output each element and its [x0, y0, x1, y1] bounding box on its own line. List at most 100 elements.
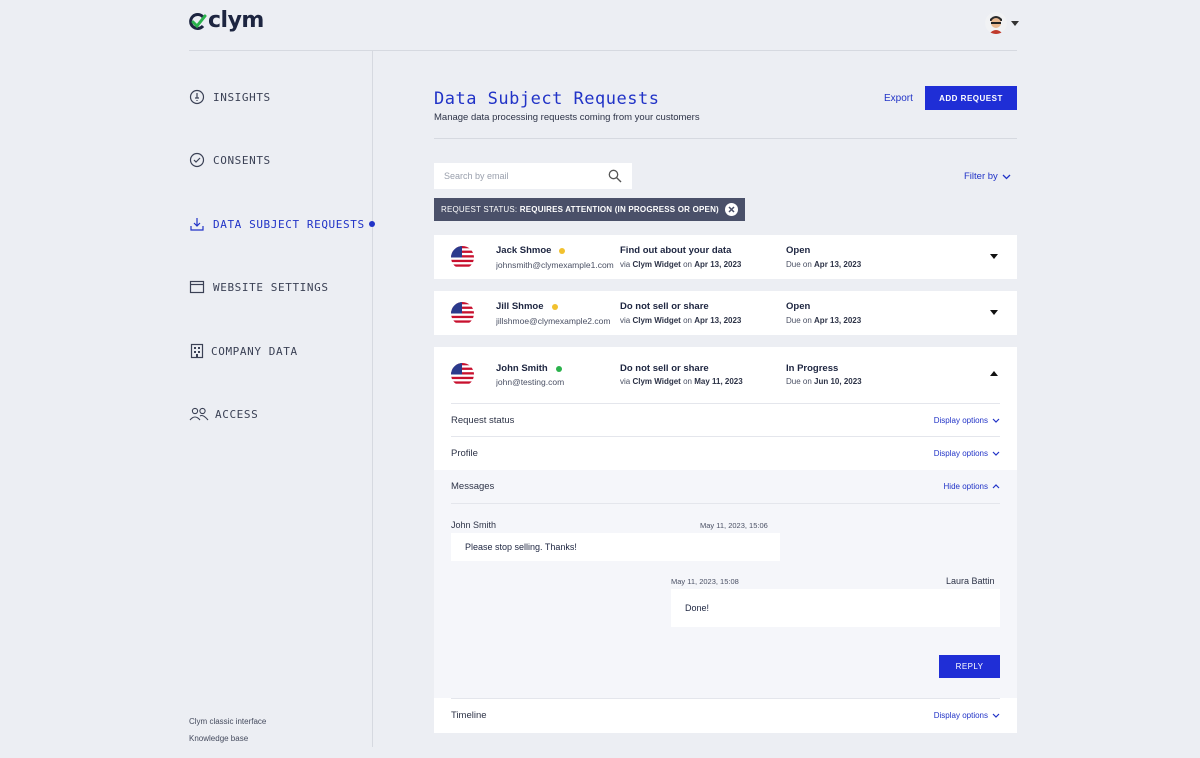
us-flag-icon	[451, 363, 474, 386]
status-filter-chip: REQUEST STATUS: REQUIRES ATTENTION (IN P…	[434, 198, 745, 221]
request-card[interactable]: Jack Shmoe johnsmith@clymexample1.com Fi…	[434, 235, 1017, 279]
chevron-down-icon	[992, 451, 1000, 456]
add-request-button[interactable]: ADD REQUEST	[925, 86, 1017, 110]
section-profile: Profile Display options	[451, 436, 1000, 470]
chevron-up-icon	[992, 484, 1000, 489]
chevron-down-icon	[1011, 20, 1019, 26]
due-date: Due on Apr 13, 2023	[786, 260, 862, 269]
request-source: via Clym Widget on May 11, 2023	[620, 377, 743, 386]
sidebar-item-data-subject-requests[interactable]: DATA SUBJECT REQUESTS	[189, 216, 365, 232]
requester-name: Jack Shmoe	[496, 245, 566, 256]
sidebar-item-access[interactable]: ACCESS	[189, 406, 258, 422]
chevron-down-icon	[992, 418, 1000, 423]
sidebar-item-label: ACCESS	[215, 407, 259, 421]
status-dot	[555, 365, 562, 372]
request-card-expanded: John Smith john@testing.com Do not sell …	[434, 347, 1017, 733]
building-icon	[190, 343, 204, 359]
clym-logo[interactable]: clym	[189, 8, 264, 33]
users-icon	[189, 407, 209, 421]
clym-check-logo-icon	[189, 12, 207, 30]
display-options-link[interactable]: Display options	[934, 449, 1000, 458]
requester-email: jillshmoe@clymexample2.com	[496, 316, 611, 326]
logo-text: clym	[208, 8, 264, 33]
page-subtitle: Manage data processing requests coming f…	[434, 112, 700, 123]
search-icon[interactable]	[608, 169, 622, 183]
expand-toggle[interactable]	[989, 254, 999, 262]
chip-text: REQUEST STATUS: REQUIRES ATTENTION (IN P…	[441, 205, 719, 214]
header-divider	[189, 50, 1017, 51]
message-bubble: Please stop selling. Thanks!	[451, 533, 780, 561]
caret-down-icon	[990, 310, 998, 315]
avatar	[985, 12, 1007, 34]
sidebar-item-consents[interactable]: CONSENTS	[189, 152, 271, 168]
requester-email: johnsmith@clymexample1.com	[496, 260, 614, 270]
due-date: Due on Apr 13, 2023	[786, 316, 862, 325]
section-label: Messages	[451, 481, 495, 492]
sidebar-item-website-settings[interactable]: WEBSITE SETTINGS	[189, 279, 329, 295]
due-date: Due on Jun 10, 2023	[786, 377, 862, 386]
us-flag-icon	[451, 246, 474, 269]
expand-toggle[interactable]	[989, 310, 999, 318]
message-time: May 11, 2023, 15:06	[700, 521, 768, 530]
collapse-toggle[interactable]	[989, 371, 999, 379]
sidebar-item-label: DATA SUBJECT REQUESTS	[213, 217, 365, 231]
reply-button[interactable]: REPLY	[939, 655, 1000, 678]
sidebar-item-insights[interactable]: INSIGHTS	[189, 89, 271, 105]
requester-name: John Smith	[496, 363, 562, 374]
hide-options-link[interactable]: Hide options	[944, 482, 1000, 491]
close-icon[interactable]	[724, 203, 738, 216]
filter-by-dropdown[interactable]: Filter by	[964, 171, 1011, 182]
request-type: Do not sell or share	[620, 363, 709, 374]
sidebar-item-label: COMPANY DATA	[211, 344, 298, 358]
user-menu[interactable]	[985, 12, 1019, 34]
browser-window-icon	[189, 280, 205, 294]
search-box	[434, 163, 632, 189]
us-flag-icon	[451, 302, 474, 325]
requester-email: john@testing.com	[496, 377, 565, 387]
section-label: Timeline	[451, 710, 487, 721]
section-messages: Messages Hide options	[451, 470, 1000, 504]
sidebar-item-label: CONSENTS	[213, 153, 271, 167]
display-options-link[interactable]: Display options	[934, 711, 1000, 720]
message-time: May 11, 2023, 15:08	[671, 577, 739, 586]
messages-panel: Messages Hide options John Smith May 11,…	[434, 470, 1017, 698]
filter-by-label: Filter by	[964, 171, 998, 182]
knowledge-base-link[interactable]: Knowledge base	[189, 734, 248, 743]
chevron-down-icon	[992, 713, 1000, 718]
section-label: Request status	[451, 415, 515, 426]
export-link[interactable]: Export	[884, 93, 913, 104]
search-input[interactable]	[444, 171, 608, 181]
caret-down-icon	[990, 254, 998, 259]
request-status: Open	[786, 245, 811, 256]
request-source: via Clym Widget on Apr 13, 2023	[620, 260, 742, 269]
status-dot	[559, 247, 566, 254]
sidebar-item-label: WEBSITE SETTINGS	[213, 280, 329, 294]
caret-up-icon	[990, 371, 998, 376]
request-source: via Clym Widget on Apr 13, 2023	[620, 316, 742, 325]
classic-interface-link[interactable]: Clym classic interface	[189, 717, 266, 726]
message-author: Laura Battin	[946, 576, 995, 586]
download-icon	[190, 218, 204, 231]
sidebar-divider	[372, 51, 373, 747]
insights-icon	[189, 89, 205, 105]
status-dot	[551, 303, 558, 310]
request-status: In Progress	[786, 363, 839, 374]
display-options-link[interactable]: Display options	[934, 416, 1000, 425]
request-type: Do not sell or share	[620, 301, 709, 312]
page-title: Data Subject Requests	[434, 89, 660, 109]
request-card[interactable]: Jill Shmoe jillshmoe@clymexample2.com Do…	[434, 291, 1017, 335]
title-divider	[434, 138, 1017, 139]
message-author: John Smith	[451, 520, 497, 530]
sidebar-item-label: INSIGHTS	[213, 90, 271, 104]
request-summary-row[interactable]: John Smith john@testing.com Do not sell …	[434, 347, 1017, 403]
section-request-status: Request status Display options	[451, 403, 1000, 437]
section-timeline: Timeline Display options	[451, 698, 1000, 732]
requester-name: Jill Shmoe	[496, 301, 558, 312]
message-bubble: Done!	[671, 589, 1000, 627]
request-status: Open	[786, 301, 811, 312]
sidebar-item-company-data[interactable]: COMPANY DATA	[189, 343, 298, 359]
request-type: Find out about your data	[620, 245, 732, 256]
chevron-down-icon	[1002, 174, 1011, 179]
section-label: Profile	[451, 448, 478, 459]
check-circle-icon	[189, 152, 205, 168]
